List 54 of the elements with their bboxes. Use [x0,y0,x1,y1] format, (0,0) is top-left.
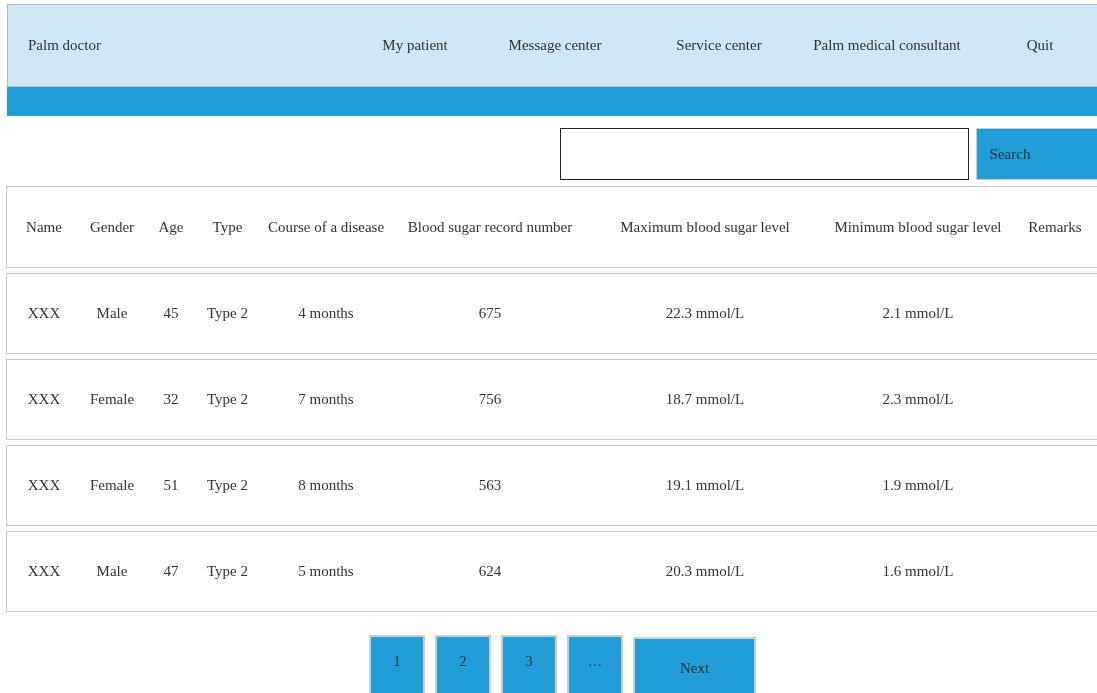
table-cell-text: 563 [477,477,503,494]
table-cell-text: Type 2 [206,391,249,408]
column-header: Blood sugar record number [406,218,574,236]
table-cell-text: 45 [162,305,180,322]
column-header: Remarks [1027,218,1083,236]
column-header: Maximum blood sugar level [619,218,791,236]
table-cell-text: 20.3 mmol/L [664,563,746,580]
nav-link[interactable]: Service center [631,37,807,54]
table-cell-text: 5 months [297,563,355,580]
table-cell-text: 19.1 mmol/L [664,477,746,494]
table-cell-text: 624 [477,563,503,580]
column-header: Gender [88,218,136,236]
table-cell-text: Type 2 [206,563,249,580]
column-header: Age [157,218,185,236]
table-cell-text: Male [95,563,129,580]
column-header: Name [25,218,63,236]
table-cell-text: XXX [26,305,62,322]
table-cell-text: XXX [26,391,62,408]
table-cell-text: 22.3 mmol/L [664,305,746,322]
table-cell-text: 2.3 mmol/L [881,391,955,408]
table-cell-text: XXX [26,563,62,580]
table-cell-text: Type 2 [206,477,249,494]
table-cell-text: 2.1 mmol/L [881,305,955,322]
search-button[interactable]: Search [976,128,1097,180]
table-cell-text: Female [88,477,136,494]
nav-link[interactable]: Message center [479,37,631,54]
page-button[interactable]: 3 [501,635,557,693]
table-cell-text: 32 [162,391,180,408]
app-title: Palm doctor [28,37,102,54]
table-cell-text: 51 [162,477,180,494]
table-cell-text: 18.7 mmol/L [664,391,746,408]
table-cell-text: 4 months [297,305,355,322]
column-header: Minimum blood sugar level [833,218,1003,236]
page-button[interactable]: … [567,635,623,693]
table-cell-text: Male [95,305,129,322]
table-cell-text: Female [88,391,136,408]
nav-link[interactable]: Quit [967,37,1097,54]
table-cell-text: 7 months [297,391,355,408]
page-button[interactable]: 2 [435,635,491,693]
table-cell-text: 675 [477,305,503,322]
nav-link[interactable]: Palm medical consultant [807,37,967,54]
table-cell-text: Type 2 [206,305,249,322]
table-cell-text: 8 months [297,477,355,494]
page-button[interactable]: 1 [369,635,425,693]
table-cell-text: 47 [162,563,180,580]
table-cell-text: 1.6 mmol/L [881,563,955,580]
column-header: Course of a disease [266,218,386,236]
table-cell-text: 756 [477,391,503,408]
search-field[interactable] [560,128,969,180]
table-cell-text: 1.9 mmol/L [881,477,955,494]
nav-link[interactable]: My patient [351,37,479,54]
next-button[interactable]: Next [633,637,756,693]
table-cell-text: XXX [26,477,62,494]
column-header: Type [211,218,244,236]
